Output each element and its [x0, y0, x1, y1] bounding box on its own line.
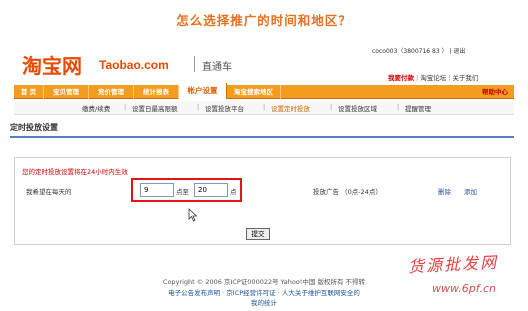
subnav-separator: | [330, 103, 333, 111]
subnav-region[interactable]: 设置投放区域 [338, 103, 377, 113]
notice-text: 您的定时投放设置将在24小时内生效 [22, 168, 128, 176]
mouse-cursor-icon [188, 208, 198, 222]
add-link[interactable]: 添加 [464, 186, 477, 196]
link-separator: | [448, 74, 451, 82]
sub-nav: 缴费/续费 | 设置日最高限额 | 设置投放平台 | 设置定时投放 | 设置投放… [14, 101, 514, 115]
article-headline: 怎么选择推广的时间和地区？ [176, 13, 352, 28]
subnav-daily-limit[interactable]: 设置日最高限额 [132, 103, 178, 113]
subnav-separator: | [197, 103, 200, 111]
top-links: 我要付款 | 淘宝论坛 | 关于我们 [388, 72, 478, 82]
subnav-platform[interactable]: 设置投放平台 [205, 103, 244, 113]
watermark-url: www.6pf.cn [432, 282, 496, 295]
start-hour-input[interactable]: 9 [140, 183, 174, 197]
subnav-separator: | [263, 103, 266, 111]
subnav-separator: | [124, 103, 127, 111]
top-link-about[interactable]: 关于我们 [452, 74, 478, 82]
schedule-row-label: 我希望在每天的 [26, 188, 72, 196]
nav-item-items[interactable]: 宝贝管理 [44, 85, 89, 99]
link-separator: | [416, 74, 419, 82]
taobao-logo[interactable]: 淘宝网 [22, 50, 82, 79]
unit-hour-label: 点 [230, 188, 237, 196]
range-label: 投放广告 （0点-24点） [313, 188, 382, 196]
end-hour-input[interactable]: 20 [194, 183, 228, 197]
delete-link[interactable]: 删除 [438, 186, 451, 196]
nav-item-home[interactable]: 首 页 [14, 85, 44, 99]
watermark-text: 货源批发网 [407, 252, 499, 277]
taobao-logo-text[interactable]: Taobao.com [99, 58, 169, 72]
user-account-info[interactable]: coco003（3800716 83 ） | 退出 [372, 46, 465, 55]
nav-item-bidding[interactable]: 竞价管理 [89, 85, 134, 99]
footer-stats-link[interactable]: 我的统计 [0, 297, 528, 307]
top-link-forum[interactable]: 淘宝论坛 [420, 74, 446, 82]
help-center-link[interactable]: 帮助中心 [482, 85, 508, 99]
top-link-pay[interactable]: 我要付款 [388, 74, 414, 82]
main-nav: 首 页 宝贝管理 竞价管理 统计报表 帐户设置 淘宝搜索地区 帮助中心 [14, 83, 514, 99]
section-title: 定时投放设置 [10, 123, 58, 132]
unit-to-label: 点至 [176, 188, 189, 196]
nav-item-account-settings[interactable]: 帐户设置 [179, 83, 227, 99]
logo-divider [194, 56, 195, 72]
subnav-reminders[interactable]: 提醒管理 [405, 103, 431, 113]
submit-button[interactable]: 提交 [246, 228, 270, 240]
product-name: 直通车 [202, 62, 232, 73]
nav-item-reports[interactable]: 统计报表 [134, 85, 179, 99]
subnav-schedule[interactable]: 设置定时投放 [271, 103, 310, 113]
section-divider [10, 136, 514, 138]
nav-item-search-region[interactable]: 淘宝搜索地区 [227, 85, 281, 99]
subnav-recharge[interactable]: 缴费/续费 [82, 103, 110, 113]
subnav-separator: | [397, 103, 400, 111]
